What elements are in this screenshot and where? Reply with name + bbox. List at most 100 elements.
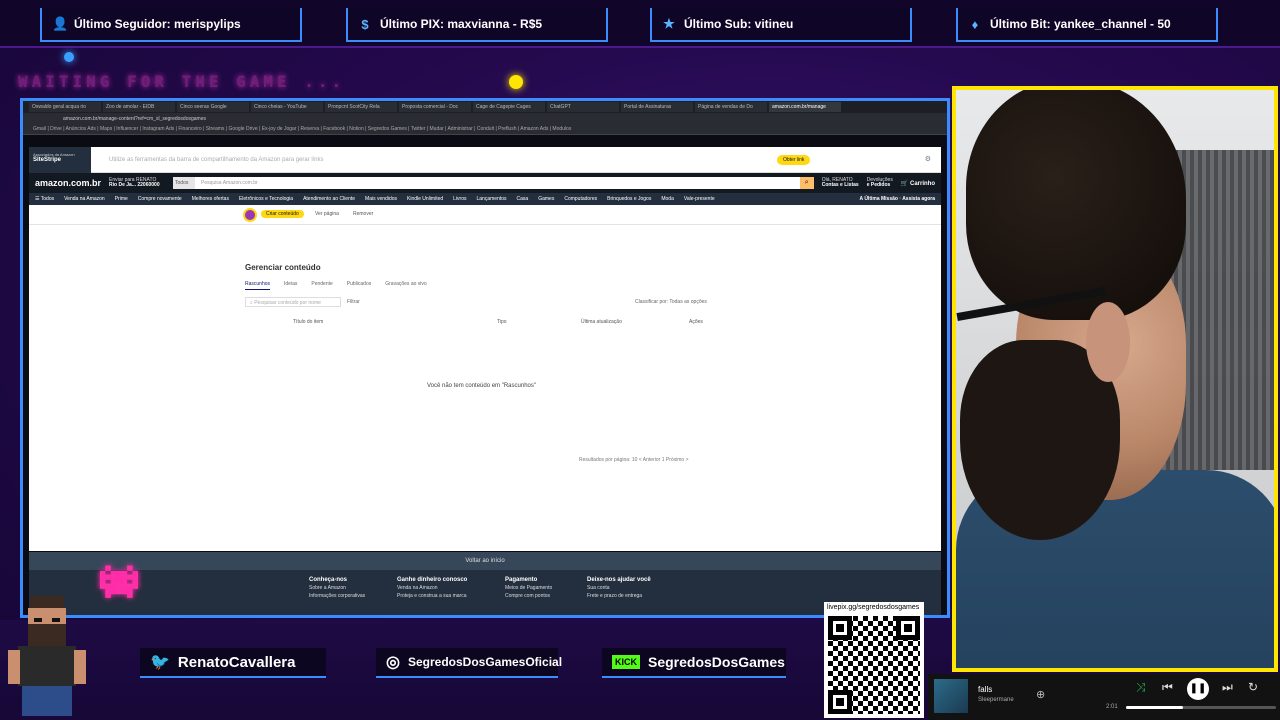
orders-line2: e Pedidos	[866, 182, 891, 188]
content-tabs: Rascunhos Ideias Pendente Publicados Gra…	[245, 281, 427, 290]
sitestripe-name: SiteStripe	[33, 157, 62, 164]
back-to-top-link[interactable]: Voltar ao início	[29, 552, 941, 570]
twitter-name: RenatoCavallera	[177, 653, 296, 671]
browser-tab[interactable]: Pronpcnt ScotCity Rela	[325, 102, 397, 112]
subnav-item[interactable]: Mais vendidos	[365, 196, 397, 202]
subnav-item[interactable]: Computadores	[564, 196, 597, 202]
pause-button[interactable]: ❚❚	[1187, 678, 1209, 700]
view-page-link[interactable]: Ver página	[315, 211, 339, 217]
search-scope[interactable]: Todos	[173, 177, 196, 189]
search-input[interactable]: Pesquisa Amazon.com.br	[201, 180, 258, 186]
column-header-actions: Ações	[689, 319, 703, 325]
column-header-updated: Última atualização	[581, 319, 622, 325]
footer-heading: Deixe-nos ajudar você	[587, 577, 651, 583]
next-icon[interactable]: ⏭	[1222, 680, 1233, 695]
footer-column: Deixe-nos ajudar você Sua conta Frete e pr…	[587, 576, 651, 600]
browser-tab[interactable]: Zoo de amolar - EIDB	[103, 102, 175, 112]
subnav-item[interactable]: Moda	[661, 196, 674, 202]
orders-link[interactable]: Devoluções e Pedidos	[866, 177, 893, 189]
avatar[interactable]	[243, 208, 257, 222]
filter-dropdown[interactable]: Filtrar	[347, 299, 360, 305]
footer-heading: Pagamento	[505, 577, 538, 583]
tab-published[interactable]: Publicados	[347, 281, 371, 290]
promo-banner[interactable]: A Última Missão · Assista agora	[860, 196, 936, 202]
browser-tab-strip[interactable]: Oswaldo geral acqua rio Zoo de amolar - …	[23, 101, 947, 113]
previous-icon[interactable]: ⏮	[1162, 680, 1173, 695]
subnav-item[interactable]: Brinquedos e Jogos	[607, 196, 651, 202]
shuffle-icon[interactable]: ⤨	[1136, 680, 1146, 695]
progress-bar[interactable]	[1126, 706, 1276, 709]
footer-link[interactable]: Informações corporativas	[309, 593, 365, 601]
browser-tab[interactable]: Cinco cheias - YouTube	[251, 102, 323, 112]
url-text[interactable]: amazon.com.br/manage-content?ref=cm_sl_s…	[63, 116, 206, 122]
remove-link[interactable]: Remover	[353, 211, 373, 217]
track-title[interactable]: falls	[978, 685, 992, 694]
create-content-button[interactable]: Criar conteúdo	[261, 210, 304, 218]
subnav-item[interactable]: Eletrônicos e Tecnologia	[239, 196, 293, 202]
search-icon[interactable]: ⌕	[799, 177, 814, 189]
alert-follower-text: Último Seguidor: merispylips	[74, 17, 241, 31]
column-header-title: Título do item	[293, 319, 324, 325]
footer-column: Pagamento Meios de Pagamento Compre com po…	[505, 576, 552, 600]
amazon-footer: Conheça-nos Sobre a Amazon Informações cor…	[29, 570, 941, 615]
tab-live[interactable]: Gravações ao vivo	[385, 281, 426, 290]
settings-icon[interactable]: ⚙	[925, 155, 931, 163]
browser-tab[interactable]: Portal de Assinaturas	[621, 102, 693, 112]
tab-drafts[interactable]: Rascunhos	[245, 281, 271, 290]
subnav-item[interactable]: Casa	[517, 196, 529, 202]
qr-finder	[896, 616, 920, 640]
alert-sub: ★ Último Sub: vitineu	[650, 8, 912, 42]
tab-ideas[interactable]: Ideias	[284, 281, 297, 290]
spotify-player: falls Sleepermane ⊕ ⤨ ⏮ ❚❚ ⏭ ↻ 2:01	[928, 674, 1280, 720]
webcam-feed	[952, 86, 1278, 672]
subnav-item[interactable]: Atendimento ao Cliente	[303, 196, 355, 202]
subnav-item[interactable]: Venda na Amazon	[64, 196, 105, 202]
amazon-logo[interactable]: amazon.com.br	[35, 178, 101, 188]
instagram-handle: ◎ SegredosDosGamesOficial	[376, 648, 562, 678]
browser-tab[interactable]: Proposta comercial - Doc	[399, 102, 471, 112]
subnav-item[interactable]: Prime	[115, 196, 128, 202]
footer-link[interactable]: Sobre a Amazon	[309, 585, 365, 593]
content-search-input[interactable]: ⌕ Pesquisar conteúdo por nome	[245, 297, 341, 307]
footer-link[interactable]: Venda na Amazon	[397, 585, 467, 593]
subnav-item[interactable]: Melhores ofertas	[192, 196, 229, 202]
amazon-search[interactable]: Todos Pesquisa Amazon.com.br ⌕	[173, 177, 814, 189]
footer-link[interactable]: Meios de Pagamento	[505, 585, 552, 593]
subnav-item[interactable]: ☰ Todos	[35, 196, 54, 202]
cart-button[interactable]: 🛒 Carrinho	[901, 180, 935, 187]
alert-bits: ♦ Último Bit: yankee_channel - 50	[956, 8, 1218, 42]
track-artist[interactable]: Sleepermane	[978, 697, 1014, 703]
footer-link[interactable]: Proteja e construa a sua marca	[397, 593, 467, 601]
footer-link[interactable]: Frete e prazo de entrega	[587, 593, 651, 601]
browser-tab[interactable]: Cinco seeras Google	[177, 102, 249, 112]
account-menu[interactable]: Olá, RENATO Contas e Listas	[822, 177, 859, 189]
subnav-item[interactable]: Lançamentos	[477, 196, 507, 202]
deliver-to[interactable]: Enviar para RENATO Rio De Ja... 22060000	[109, 177, 165, 189]
footer-column: Conheça-nos Sobre a Amazon Informações cor…	[309, 576, 365, 600]
pagination[interactable]: Resultados por página: 10 < Anterior 1 P…	[579, 457, 689, 463]
repeat-icon[interactable]: ↻	[1248, 680, 1258, 694]
browser-tab-active[interactable]: amazon.com.br/manage	[769, 102, 841, 112]
browser-tab[interactable]: Oswaldo geral acqua rio	[29, 102, 101, 112]
subnav-item[interactable]: Vale-presente	[684, 196, 715, 202]
subnav-item[interactable]: Compre novamente	[138, 196, 182, 202]
sort-dropdown[interactable]: Classificar por: Todas as opções	[635, 299, 707, 305]
footer-link[interactable]: Sua conta	[587, 585, 651, 593]
get-link-button[interactable]: Obter link	[777, 155, 811, 165]
browser-tab[interactable]: Cage de Cagepie Cages	[473, 102, 545, 112]
subnav-item[interactable]: Games	[538, 196, 554, 202]
footer-link[interactable]: Compre com pontos	[505, 593, 552, 601]
browser-tab[interactable]: ChatGPT	[547, 102, 619, 112]
subnav-item[interactable]: Livros	[453, 196, 466, 202]
address-bar[interactable]: amazon.com.br/manage-content?ref=cm_sl_s…	[23, 113, 947, 125]
bookmarks-bar[interactable]: Gmail | Drive | Anúncios Ads | Maps | In…	[23, 125, 947, 135]
tab-pending[interactable]: Pendente	[311, 281, 332, 290]
alert-bits-text: Último Bit: yankee_channel - 50	[990, 17, 1171, 31]
add-icon[interactable]: ⊕	[1036, 688, 1045, 701]
twitter-icon: 🐦	[150, 654, 170, 671]
twitter-handle: 🐦 RenatoCavallera	[140, 648, 326, 678]
qr-finder	[828, 616, 852, 640]
browser-tab[interactable]: Página de vendas de Do	[695, 102, 767, 112]
instagram-icon: ◎	[386, 654, 400, 671]
subnav-item[interactable]: Kindle Unlimited	[407, 196, 443, 202]
